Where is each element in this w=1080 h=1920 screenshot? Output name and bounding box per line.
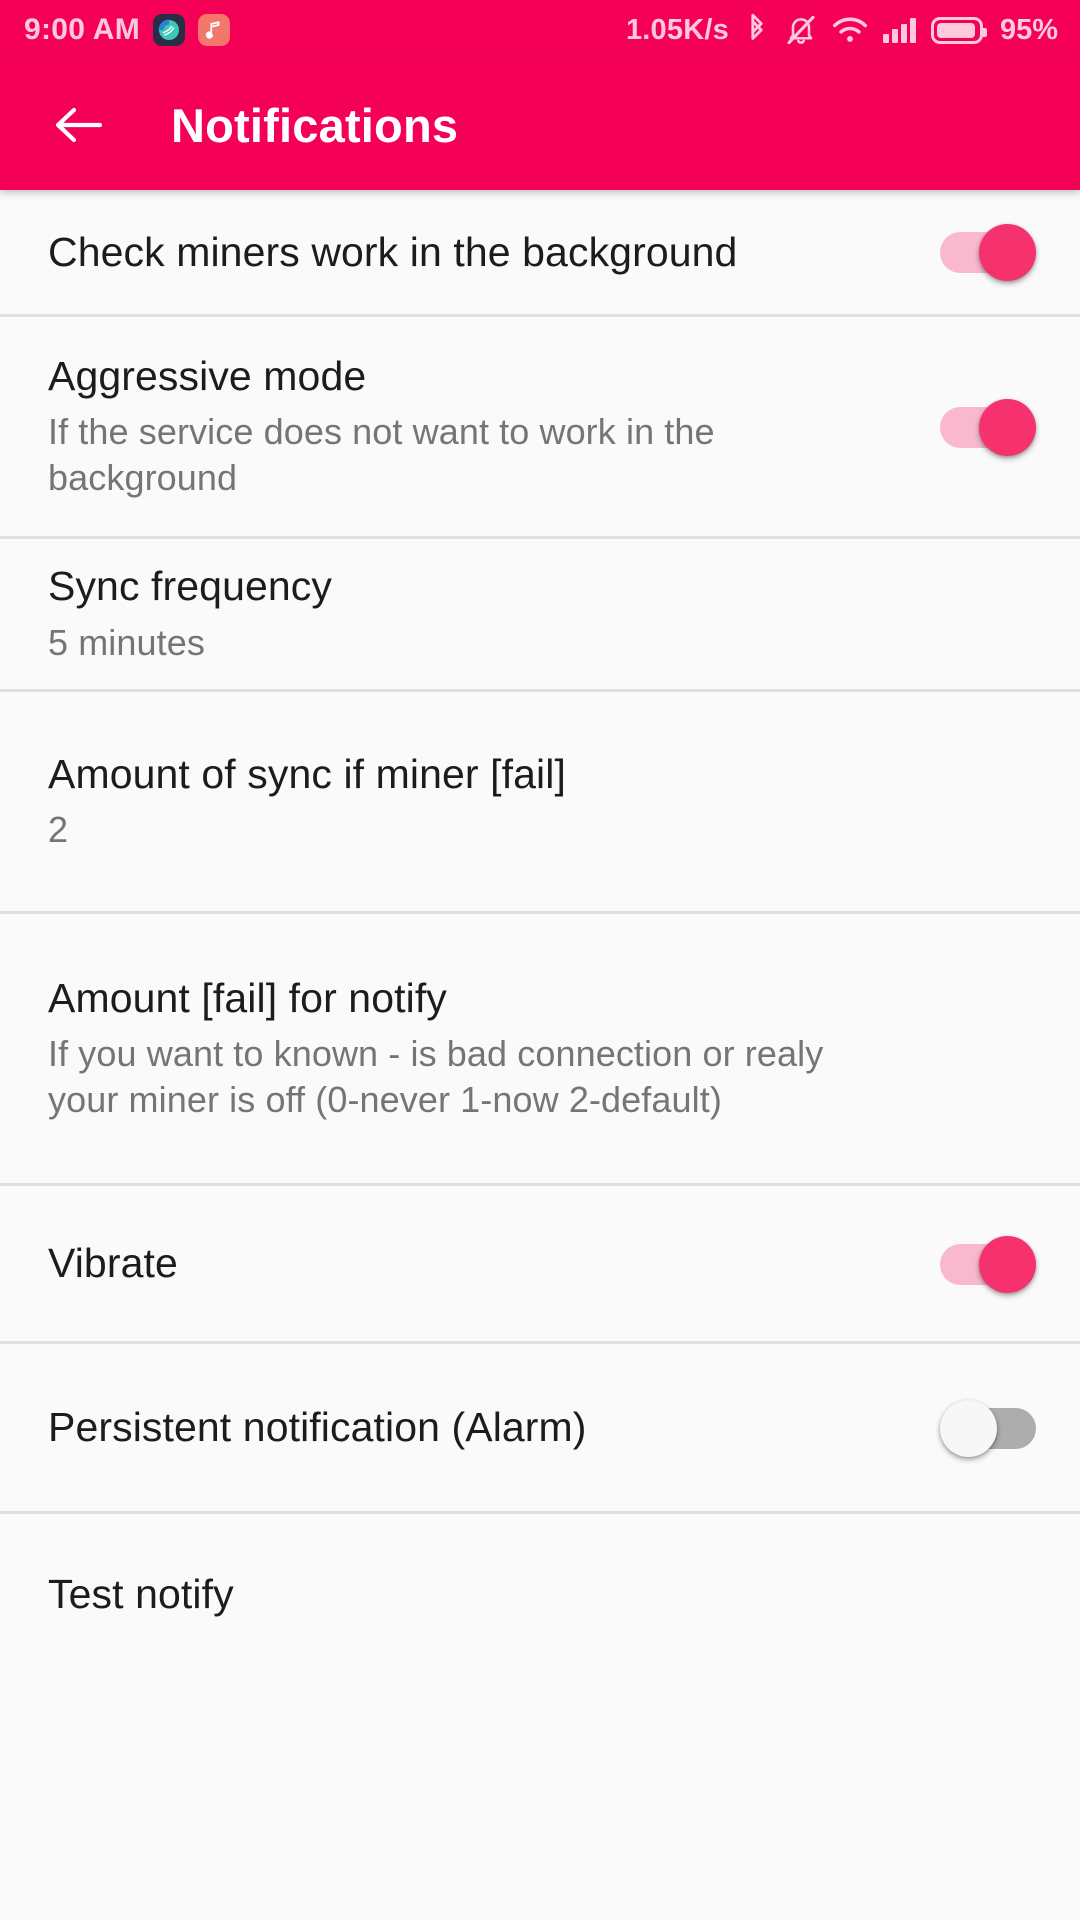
toggle-persistent-notification[interactable] xyxy=(940,1399,1036,1457)
preference-control xyxy=(940,224,1036,281)
swipe-app-notification-icon xyxy=(153,14,186,46)
toggle-aggressive-mode[interactable] xyxy=(940,398,1036,456)
preference-text: Amount [fail] for notify If you want to … xyxy=(48,974,1036,1124)
status-bar-left: 9:00 AM xyxy=(24,13,231,47)
preference-row-persistent-notification[interactable]: Persistent notification (Alarm) xyxy=(0,1344,1080,1514)
preference-title: Aggressive mode xyxy=(48,352,367,399)
battery-percent-label: 95% xyxy=(999,13,1058,46)
toggle-vibrate[interactable] xyxy=(940,1235,1036,1293)
preference-text: Check miners work in the background xyxy=(48,228,920,276)
preference-title: Amount of sync if miner [fail] xyxy=(48,750,566,797)
preference-summary: 2 xyxy=(48,809,69,851)
preference-summary: 5 minutes xyxy=(48,621,205,663)
toggle-thumb xyxy=(979,1235,1036,1293)
toggle-check-miners[interactable] xyxy=(940,224,1036,281)
status-clock: 9:00 AM xyxy=(24,13,141,46)
preference-title: Sync frequency xyxy=(48,563,332,610)
cellular-signal-icon xyxy=(882,17,916,43)
preference-text: Sync frequency 5 minutes xyxy=(48,562,1036,665)
toggle-thumb xyxy=(940,1399,997,1457)
app-bar: Notifications xyxy=(0,60,1080,190)
ringer-muted-icon xyxy=(785,14,817,46)
toggle-thumb xyxy=(979,224,1036,281)
preference-title: Check miners work in the background xyxy=(48,228,738,275)
back-arrow-icon xyxy=(55,107,103,143)
preference-row-amount-fail-for-notify[interactable]: Amount [fail] for notify If you want to … xyxy=(0,914,1080,1186)
preference-title: Persistent notification (Alarm) xyxy=(48,1404,587,1451)
preference-row-sync-frequency[interactable]: Sync frequency 5 minutes xyxy=(0,539,1080,692)
preference-text: Vibrate xyxy=(48,1239,920,1287)
preferences-list: Check miners work in the background Aggr… xyxy=(0,190,1080,1674)
bluetooth-icon xyxy=(744,13,770,47)
preference-control xyxy=(940,398,1036,456)
preference-summary: If the service does not want to work in … xyxy=(48,411,715,499)
preference-row-amount-of-sync[interactable]: Amount of sync if miner [fail] 2 xyxy=(0,692,1080,914)
preference-control xyxy=(940,1399,1036,1457)
preference-title: Amount [fail] for notify xyxy=(48,974,447,1021)
back-button[interactable] xyxy=(48,95,108,155)
preference-summary: If you want to known - is bad connection… xyxy=(48,1033,824,1121)
preference-text: Test notify xyxy=(48,1570,1036,1618)
preference-text: Amount of sync if miner [fail] 2 xyxy=(48,750,1036,853)
preference-row-vibrate[interactable]: Vibrate xyxy=(0,1186,1080,1344)
network-speed-indicator: 1.05K/s xyxy=(625,13,729,46)
preference-title: Vibrate xyxy=(48,1240,178,1287)
preference-control xyxy=(940,1235,1036,1293)
preference-text: Persistent notification (Alarm) xyxy=(48,1403,920,1451)
preference-title: Test notify xyxy=(48,1570,234,1617)
preference-row-aggressive-mode[interactable]: Aggressive mode If the service does not … xyxy=(0,317,1080,539)
page-title: Notifications xyxy=(171,98,459,152)
music-note-app-notification-icon xyxy=(198,14,231,46)
preference-row-check-miners[interactable]: Check miners work in the background xyxy=(0,190,1080,317)
toggle-thumb xyxy=(979,398,1036,456)
battery-icon xyxy=(930,16,987,44)
preference-text: Aggressive mode If the service does not … xyxy=(48,352,920,502)
wifi-icon xyxy=(832,16,868,44)
preference-row-test-notify[interactable]: Test notify xyxy=(0,1514,1080,1674)
status-bar: 9:00 AM 1.05K/s 95% xyxy=(0,0,1080,60)
status-bar-right: 1.05K/s 95% xyxy=(626,13,1058,47)
